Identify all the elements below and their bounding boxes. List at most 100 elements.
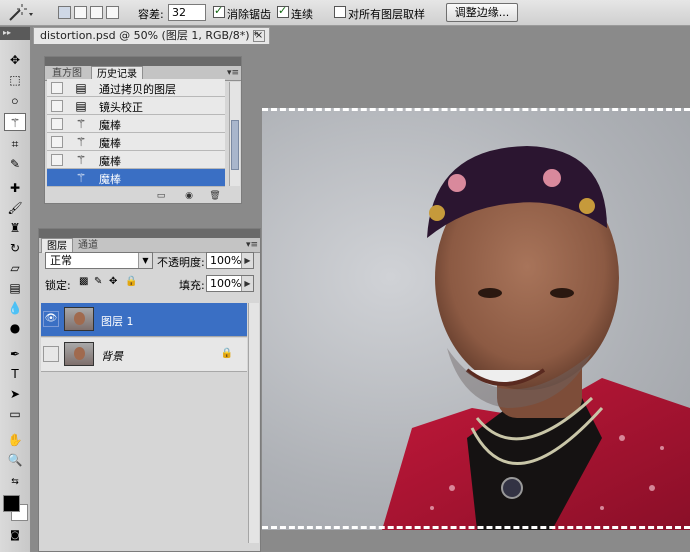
history-snapshot-source-box[interactable] — [51, 154, 63, 166]
fill-field[interactable]: 100% ▶ — [206, 275, 254, 292]
magic-wand-icon: ⚚ — [75, 135, 87, 149]
sample-all-layers-label: 对所有图层取样 — [348, 8, 425, 21]
eyedropper-tool-icon[interactable]: ✎ — [4, 155, 26, 173]
toolbox-grip[interactable]: ▸▸ — [0, 27, 30, 40]
history-item-label: 魔棒 — [99, 119, 121, 132]
blend-mode-select[interactable]: 正常 ▼ — [45, 252, 153, 269]
contiguous-checkbox[interactable] — [277, 4, 289, 18]
options-bar: 容差: 消除锯齿 连续 对所有图层取样 调整边缘... — [0, 0, 690, 26]
zoom-tool-icon[interactable]: 🔍 — [4, 451, 26, 469]
document-tab[interactable]: distortion.psd @ 50% (图层 1, RGB/8*) * × — [33, 27, 270, 44]
history-item-selected[interactable]: ⚚ 魔棒 — [47, 169, 225, 187]
foreground-color-swatch[interactable] — [3, 495, 20, 512]
history-brush-tool-icon[interactable]: ↻ — [4, 239, 26, 257]
new-document-from-state-icon[interactable]: ▭ — [155, 191, 167, 201]
eraser-tool-icon[interactable]: ▱ — [4, 259, 26, 277]
selection-mode-group — [58, 6, 119, 19]
history-state-pointer-icon — [51, 172, 63, 184]
magic-wand-tool-preset-icon[interactable] — [6, 3, 34, 23]
clone-stamp-tool-icon[interactable]: ♜ — [4, 219, 26, 237]
magic-wand-icon: ⚚ — [75, 117, 87, 131]
layers-panel-menu-icon[interactable]: ▾≡ — [246, 240, 258, 250]
marquee-tool-icon[interactable]: ⬚ — [4, 71, 26, 89]
history-item[interactable]: ⚚ 魔棒 — [47, 115, 225, 133]
chevron-right-icon[interactable]: ▶ — [241, 253, 253, 268]
new-selection-button[interactable] — [58, 6, 71, 19]
history-item-label: 通过拷贝的图层 — [99, 83, 176, 96]
layer-name: 图层 1 — [101, 315, 134, 328]
add-to-selection-button[interactable] — [74, 6, 87, 19]
gradient-tool-icon[interactable]: ▤ — [4, 279, 26, 297]
history-item[interactable]: ⚚ 魔棒 — [47, 151, 225, 169]
shape-tool-icon[interactable]: ▭ — [4, 405, 26, 423]
move-tool-icon[interactable]: ✥ — [4, 51, 26, 69]
layers-panel-grip[interactable] — [39, 229, 260, 238]
history-item[interactable]: ⚚ 魔棒 — [47, 133, 225, 151]
history-item-label: 镜头校正 — [99, 101, 143, 114]
opacity-field[interactable]: 100% ▶ — [206, 252, 254, 269]
layer-thumbnail — [64, 342, 94, 366]
sample-all-layers-checkbox[interactable] — [334, 6, 346, 18]
history-panel-menu-icon[interactable]: ▾≡ — [227, 68, 239, 78]
new-snapshot-icon[interactable]: ◉ — [183, 191, 195, 201]
contiguous-label: 连续 — [291, 8, 313, 21]
history-scroll-thumb[interactable] — [231, 120, 239, 170]
magic-wand-tool-icon[interactable]: ⚚ — [4, 113, 26, 131]
swap-colors-icon[interactable]: ⇆ — [4, 473, 26, 491]
history-snapshot-source-box[interactable] — [51, 118, 63, 130]
selection-marquee-top — [262, 108, 690, 111]
lock-all-icon[interactable]: 🔒 — [125, 276, 137, 287]
fill-value: 100% — [210, 277, 242, 290]
document-title: distortion.psd @ 50% (图层 1, RGB/8*) * — [40, 29, 259, 42]
lasso-tool-icon[interactable]: ဝ — [4, 91, 26, 109]
fill-label: 填充: — [179, 279, 205, 292]
tab-layers[interactable]: 图层 — [41, 238, 73, 253]
type-tool-icon[interactable]: T — [4, 365, 26, 383]
chevron-right-icon[interactable]: ▶ — [241, 276, 253, 291]
pen-tool-icon[interactable]: ✒ — [4, 345, 26, 363]
lock-icon: 🔒 — [220, 348, 233, 359]
hand-tool-icon[interactable]: ✋ — [4, 431, 26, 449]
lock-label: 锁定: — [45, 279, 71, 292]
tab-channels[interactable]: 通道 — [73, 238, 103, 253]
layer-row-layer1[interactable]: 👁 图层 1 — [41, 303, 247, 337]
layer-thumbnail — [64, 307, 94, 331]
refine-edge-button[interactable]: 调整边缘... — [446, 3, 518, 22]
layer-row-background[interactable]: 背景 🔒 — [41, 338, 247, 372]
history-item[interactable]: ▤ 通过拷贝的图层 — [47, 79, 225, 97]
lock-pixels-icon[interactable]: ✎ — [94, 276, 102, 287]
close-document-icon[interactable]: × — [253, 30, 265, 42]
opacity-value: 100% — [210, 254, 242, 267]
quick-mask-icon[interactable]: ◙ — [4, 527, 26, 545]
healing-brush-tool-icon[interactable]: ✚ — [4, 179, 26, 197]
layers-scrollbar[interactable] — [248, 303, 259, 543]
intersect-selection-button[interactable] — [106, 6, 119, 19]
history-panel-grip[interactable] — [45, 57, 241, 66]
brush-tool-icon[interactable]: 🖌 — [4, 199, 26, 217]
visibility-toggle-off[interactable] — [43, 346, 59, 362]
blend-mode-value: 正常 — [50, 254, 72, 267]
selection-marquee-bottom — [262, 526, 690, 529]
tolerance-input[interactable] — [168, 4, 206, 21]
eye-icon[interactable]: 👁 — [43, 311, 59, 327]
crop-tool-icon[interactable]: ⌗ — [4, 135, 26, 153]
history-snapshot-source-box[interactable] — [51, 136, 63, 148]
history-snapshot-source-box[interactable] — [51, 82, 63, 94]
history-snapshot-source-box[interactable] — [51, 100, 63, 112]
lock-transparency-icon[interactable]: ▩ — [79, 276, 88, 287]
antialias-label: 消除锯齿 — [227, 8, 271, 21]
subtract-from-selection-button[interactable] — [90, 6, 103, 19]
trash-icon[interactable]: 🗑 — [209, 191, 221, 201]
dodge-tool-icon[interactable]: ● — [4, 319, 26, 337]
opacity-label: 不透明度: — [157, 256, 205, 269]
image-canvas[interactable] — [262, 108, 690, 530]
history-item[interactable]: ▤ 镜头校正 — [47, 97, 225, 115]
history-item-label: 魔棒 — [99, 173, 121, 186]
portrait-image — [382, 146, 690, 530]
blur-tool-icon[interactable]: 💧 — [4, 299, 26, 317]
document-icon: ▤ — [75, 99, 87, 113]
history-scrollbar[interactable] — [229, 82, 240, 186]
antialias-checkbox[interactable] — [213, 4, 225, 18]
path-selection-tool-icon[interactable]: ➤ — [4, 385, 26, 403]
lock-position-icon[interactable]: ✥ — [109, 276, 117, 287]
